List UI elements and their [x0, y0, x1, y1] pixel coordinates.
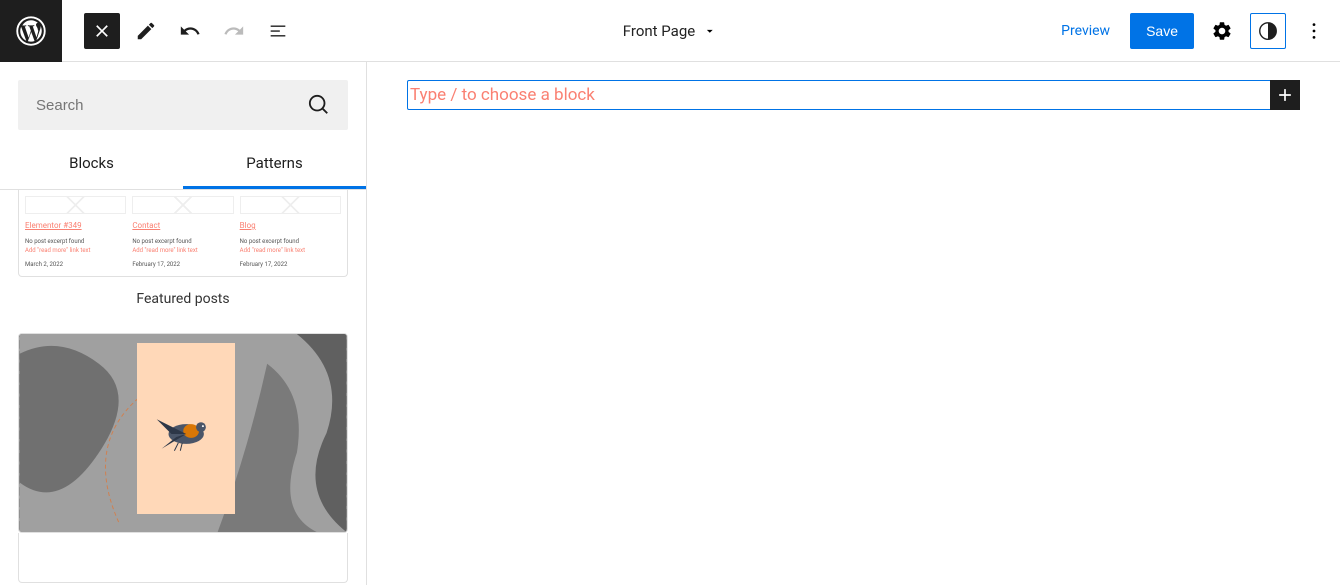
pattern-image-card[interactable]	[18, 333, 348, 533]
preview-button[interactable]: Preview	[1051, 17, 1120, 45]
post-date: February 17, 2022	[240, 260, 341, 270]
post-title: Elementor #349	[25, 220, 126, 233]
post-title: Contact	[132, 220, 233, 233]
pattern-blank-area[interactable]	[18, 533, 348, 583]
peach-card	[137, 343, 235, 513]
settings-icon[interactable]	[1204, 13, 1240, 49]
post-excerpt: No post excerpt found	[132, 237, 233, 247]
chevron-down-icon	[703, 24, 717, 38]
editor-canvas[interactable]: Type / to choose a block	[367, 62, 1340, 585]
empty-block-prompt[interactable]: Type / to choose a block	[407, 80, 1300, 110]
search-input[interactable]	[36, 97, 308, 114]
post-readmore: Add "read more" link text	[25, 246, 126, 256]
pattern-post-col: Contact No post excerpt found Add "read …	[132, 196, 233, 270]
edit-icon[interactable]	[128, 13, 164, 49]
wordpress-logo[interactable]	[0, 0, 62, 62]
more-options-icon[interactable]	[1296, 13, 1332, 49]
page-title: Front Page	[623, 22, 695, 40]
tab-blocks[interactable]: Blocks	[0, 140, 183, 189]
post-excerpt: No post excerpt found	[240, 237, 341, 247]
post-date: March 2, 2022	[25, 260, 126, 270]
post-thumb-placeholder	[132, 196, 233, 214]
close-inserter-button[interactable]	[84, 13, 120, 49]
search-icon	[308, 94, 330, 116]
post-thumb-placeholder	[25, 196, 126, 214]
block-inserter-sidebar: Blocks Patterns Elementor #349 No post e…	[0, 62, 367, 585]
add-block-button[interactable]	[1270, 80, 1300, 110]
search-input-wrap	[18, 80, 348, 130]
pattern-featured-posts[interactable]: Elementor #349 No post excerpt found Add…	[18, 190, 348, 277]
bird-icon	[137, 378, 235, 480]
plus-icon	[1275, 85, 1295, 105]
undo-icon[interactable]	[172, 13, 208, 49]
post-readmore: Add "read more" link text	[132, 246, 233, 256]
post-thumb-placeholder	[240, 196, 341, 214]
page-title-dropdown[interactable]: Front Page	[623, 22, 717, 40]
styles-icon[interactable]	[1250, 13, 1286, 49]
save-button[interactable]: Save	[1130, 13, 1194, 49]
pattern-label: Featured posts	[18, 277, 348, 313]
pattern-post-col: Blog No post excerpt found Add "read mor…	[240, 196, 341, 270]
post-excerpt: No post excerpt found	[25, 237, 126, 247]
post-date: February 17, 2022	[132, 260, 233, 270]
post-title: Blog	[240, 220, 341, 233]
pattern-post-col: Elementor #349 No post excerpt found Add…	[25, 196, 126, 270]
post-readmore: Add "read more" link text	[240, 246, 341, 256]
block-placeholder-text: Type / to choose a block	[408, 85, 595, 105]
list-view-icon[interactable]	[260, 13, 296, 49]
redo-icon[interactable]	[216, 13, 252, 49]
tab-patterns[interactable]: Patterns	[183, 140, 366, 189]
